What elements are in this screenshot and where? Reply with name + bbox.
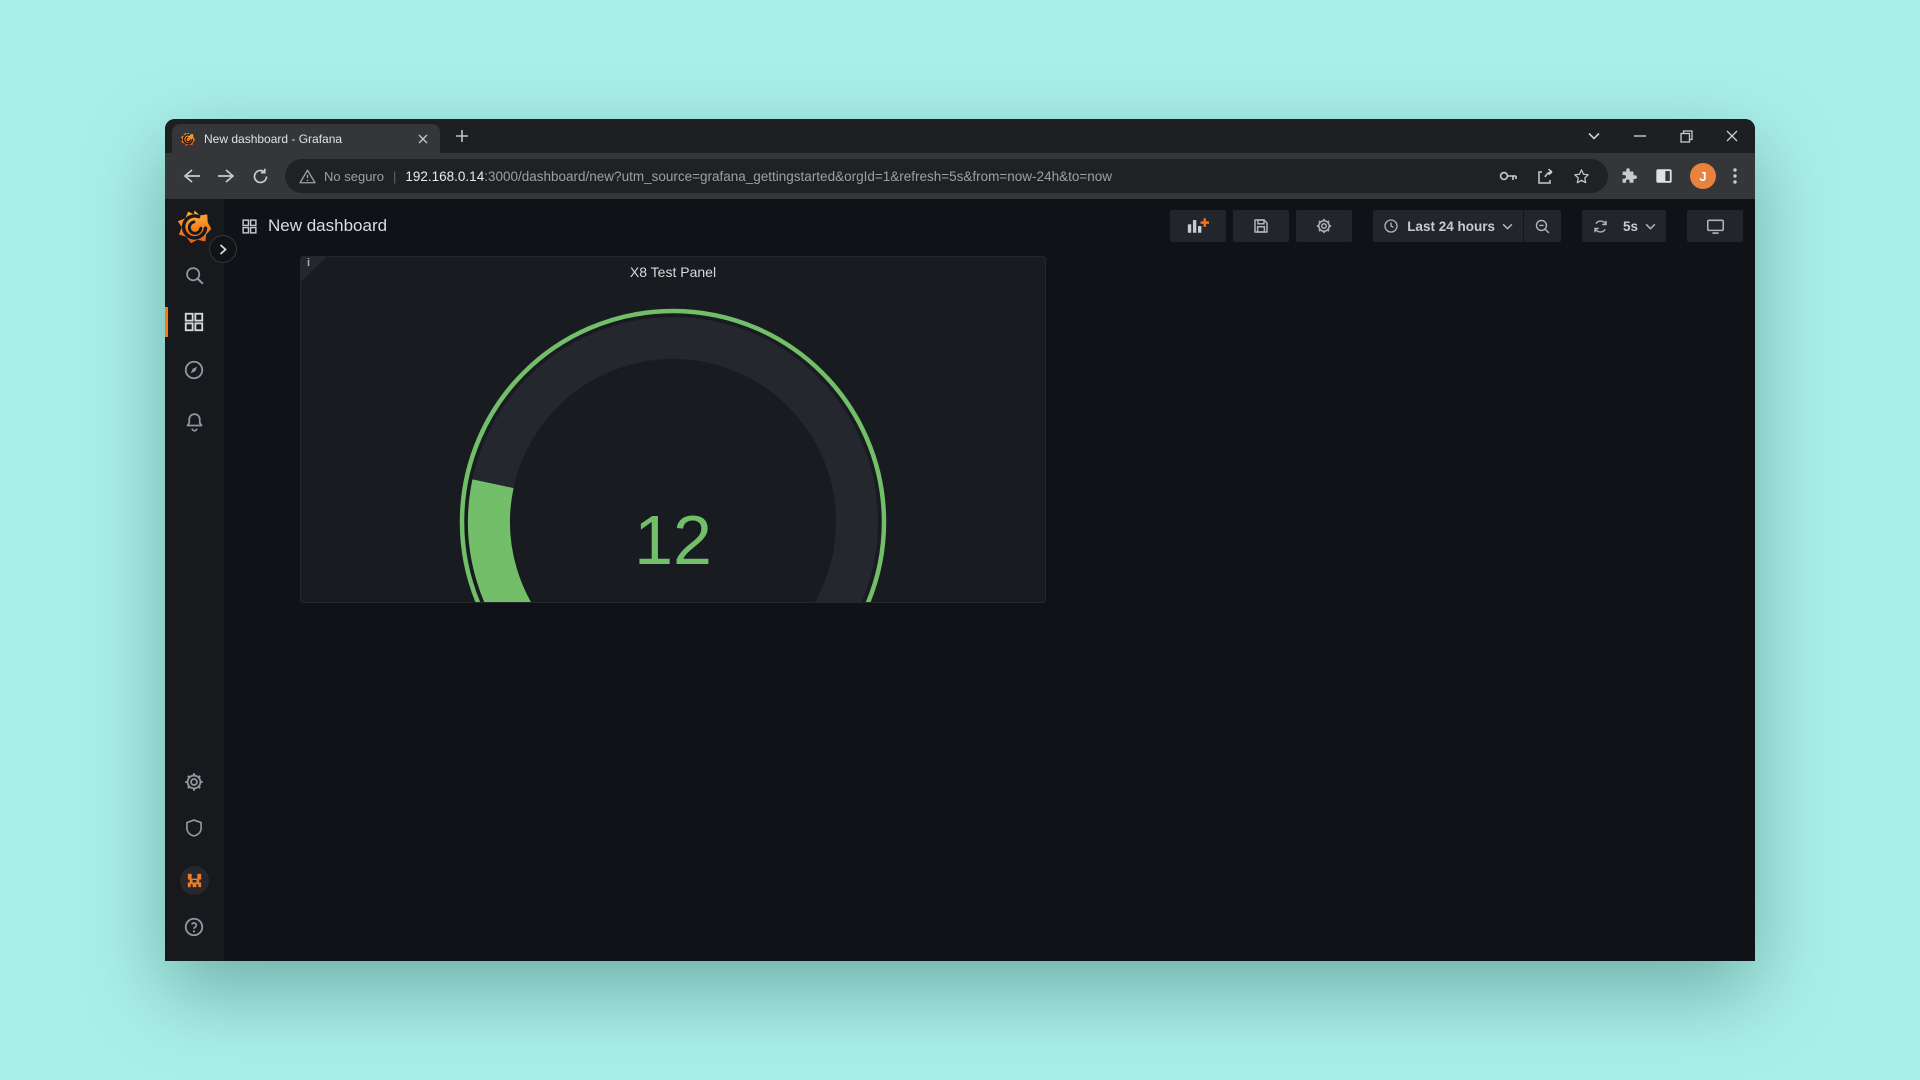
sidebar-item-dashboards[interactable] (178, 306, 210, 338)
dashboard-apps-icon (241, 218, 258, 235)
help-icon (183, 916, 205, 938)
tab-search-chevron-icon[interactable] (1571, 119, 1617, 153)
browser-profile-avatar[interactable]: J (1690, 163, 1716, 189)
dashboards-grid-icon (183, 311, 205, 333)
search-icon (184, 265, 205, 286)
alerting-bell-icon (184, 411, 205, 433)
chevron-down-icon (1502, 223, 1513, 230)
user-avatar (180, 866, 209, 895)
grafana-logo[interactable] (176, 208, 213, 245)
dashboard-header: New dashboard (224, 199, 1755, 253)
sidebar-item-search[interactable] (178, 259, 210, 291)
reload-icon[interactable] (243, 159, 277, 193)
browser-tab[interactable]: New dashboard - Grafana (172, 124, 440, 153)
gauge-value-arc (489, 484, 543, 602)
add-panel-button[interactable] (1170, 210, 1226, 242)
url-text[interactable]: 192.168.0.14:3000/dashboard/new?utm_sour… (405, 169, 1487, 184)
browser-tab-strip: New dashboard - Grafana (165, 119, 1755, 153)
dashboard-toolbar: Last 24 hours (1170, 210, 1743, 242)
user-avatar-glyph (185, 871, 204, 890)
tab-title: New dashboard - Grafana (204, 132, 406, 146)
security-label[interactable]: No seguro (324, 169, 384, 184)
extensions-puzzle-icon[interactable] (1620, 167, 1638, 185)
grafana-sidebar (165, 199, 224, 961)
grafana-favicon (180, 131, 196, 147)
window-restore-button[interactable] (1663, 119, 1709, 153)
omnibox-icons (1499, 168, 1590, 185)
password-key-icon[interactable] (1499, 170, 1518, 182)
url-separator: | (393, 169, 396, 184)
tv-monitor-icon (1706, 218, 1725, 235)
sidebar-item-explore[interactable] (178, 354, 210, 386)
zoom-out-icon (1534, 218, 1551, 235)
server-admin-shield-icon (184, 817, 204, 839)
gauge-panel[interactable]: i X8 Test Panel 12 (300, 256, 1046, 603)
sidebar-item-configuration[interactable] (178, 766, 210, 798)
forward-arrow-icon[interactable] (209, 159, 243, 193)
cycle-view-mode-button[interactable] (1687, 210, 1743, 242)
bookmark-star-icon[interactable] (1573, 168, 1590, 185)
page-title: New dashboard (268, 216, 387, 236)
clock-icon (1383, 218, 1399, 234)
refresh-controls-group: 5s (1582, 210, 1666, 242)
time-range-picker[interactable]: Last 24 hours (1373, 210, 1523, 242)
gauge-value-text: 12 (634, 501, 712, 579)
back-arrow-icon[interactable] (175, 159, 209, 193)
time-range-label: Last 24 hours (1407, 219, 1495, 234)
dashboard-settings-button[interactable] (1296, 210, 1352, 242)
browser-toolbar: No seguro | 192.168.0.14:3000/dashboard/… (165, 153, 1755, 199)
share-icon[interactable] (1537, 168, 1554, 185)
grafana-app: New dashboard (165, 199, 1755, 961)
add-panel-icon (1187, 217, 1209, 235)
address-bar[interactable]: No seguro | 192.168.0.14:3000/dashboard/… (285, 159, 1608, 193)
save-icon (1252, 217, 1270, 235)
tab-close-icon[interactable] (414, 130, 432, 148)
save-dashboard-button[interactable] (1233, 210, 1289, 242)
sidebar-expand-button[interactable] (209, 235, 237, 263)
gauge-chart: 12 (301, 257, 1045, 602)
window-close-button[interactable] (1709, 119, 1755, 153)
sidebar-item-alerting[interactable] (178, 406, 210, 438)
sidebar-item-help[interactable] (178, 911, 210, 943)
zoom-out-time-button[interactable] (1524, 210, 1561, 242)
url-domain: 192.168.0.14 (405, 169, 484, 184)
refresh-interval-label: 5s (1623, 219, 1638, 234)
window-controls (1571, 119, 1755, 153)
window-minimize-button[interactable] (1617, 119, 1663, 153)
browser-menu-kebab-icon[interactable] (1733, 168, 1737, 184)
refresh-button[interactable] (1582, 210, 1619, 242)
settings-gear-icon (1315, 217, 1333, 235)
refresh-icon (1592, 218, 1609, 235)
browser-window: New dashboard - Grafana (165, 119, 1755, 961)
side-panel-icon[interactable] (1655, 167, 1673, 185)
chevron-down-icon (1645, 223, 1656, 230)
desktop-background: New dashboard - Grafana (0, 0, 1920, 1080)
sidebar-active-indicator (165, 307, 168, 337)
sidebar-item-user-profile[interactable] (178, 864, 210, 896)
time-controls-group: Last 24 hours (1373, 210, 1561, 242)
grafana-main: New dashboard (224, 199, 1755, 961)
explore-compass-icon (183, 359, 205, 381)
refresh-interval-picker[interactable]: 5s (1619, 210, 1666, 242)
panel-title[interactable]: X8 Test Panel (301, 264, 1045, 280)
dashboard-title-group[interactable]: New dashboard (241, 216, 387, 236)
toolbar-right-icons: J (1616, 163, 1745, 189)
not-secure-warning-icon (299, 169, 316, 184)
new-tab-button[interactable] (448, 122, 476, 150)
sidebar-item-server-admin[interactable] (178, 812, 210, 844)
configuration-gear-icon (183, 771, 205, 793)
url-path: :3000/dashboard/new?utm_source=grafana_g… (484, 169, 1112, 184)
